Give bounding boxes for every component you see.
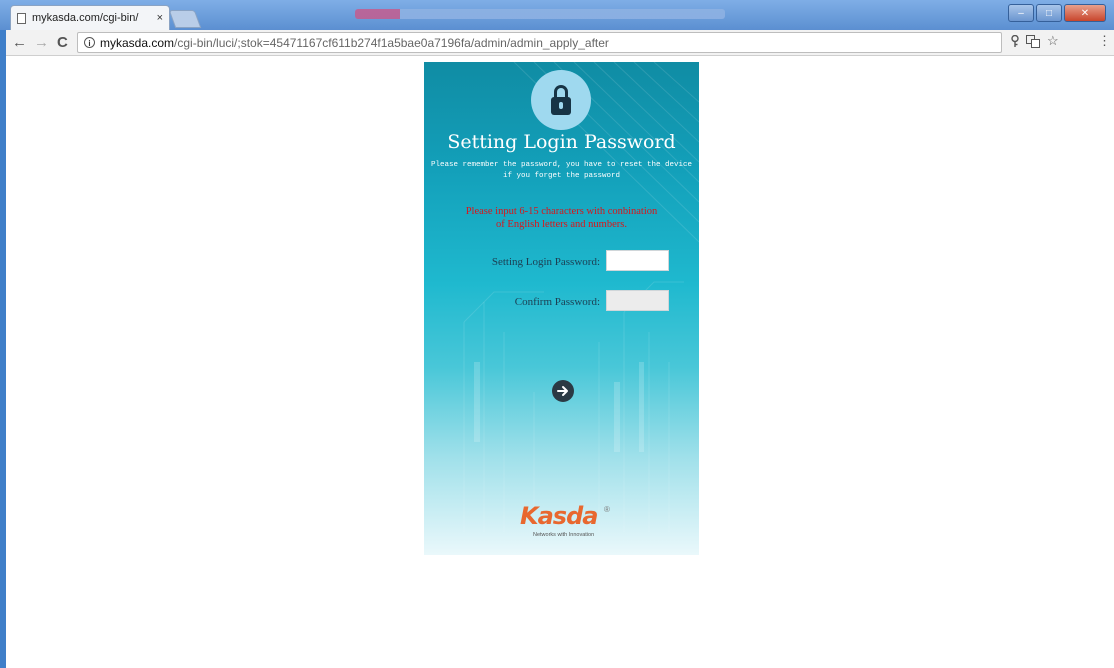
minimize-button[interactable]: –: [1008, 4, 1034, 22]
menu-icon[interactable]: ⋮: [1098, 33, 1111, 49]
forward-button[interactable]: →: [34, 34, 49, 52]
address-bar[interactable]: i mykasda.com/cgi-bin/luci/;stok=4547116…: [77, 32, 1002, 53]
bookmark-star-icon[interactable]: ☆: [1047, 33, 1059, 49]
password-label: Setting Login Password:: [491, 256, 600, 268]
page-title: Setting Login Password: [447, 131, 676, 153]
login-password-input[interactable]: [606, 250, 669, 271]
translate-icon[interactable]: [1026, 35, 1040, 51]
notice-line-1: Please remember the password, you have t…: [430, 161, 693, 169]
logo-tagline: Networks with Innovation: [533, 532, 595, 538]
notice-line-2: if you forget the password: [502, 172, 621, 180]
title-bar: mykasda.com/cgi-bin/ × – □ ✕: [0, 0, 1114, 30]
registered-mark: ®: [604, 505, 610, 514]
next-button[interactable]: [552, 380, 574, 402]
info-icon[interactable]: i: [84, 37, 95, 48]
key-icon[interactable]: [1010, 34, 1020, 51]
warning-line-2: of English letters and numbers.: [496, 219, 627, 230]
maximize-button[interactable]: □: [1036, 4, 1062, 22]
url-host: mykasda.com: [100, 35, 175, 50]
page-content: Setting Login Password Please remember t…: [6, 56, 1114, 668]
login-password-panel: Setting Login Password Please remember t…: [424, 62, 699, 555]
tab-close-button[interactable]: ×: [157, 12, 163, 24]
background-window-title: [355, 9, 725, 19]
arrow-right-icon: [557, 386, 568, 396]
tab-title: mykasda.com/cgi-bin/: [32, 12, 139, 24]
url-path: /cgi-bin/luci/;stok=45471167cf611b274f1a…: [174, 35, 609, 50]
browser-toolbar: ← → C i mykasda.com/cgi-bin/luci/;stok=4…: [6, 30, 1114, 56]
warning-text: Please input 6-15 characters with conbin…: [424, 205, 699, 231]
kasda-logo: Kasda: [520, 502, 598, 530]
new-tab-button[interactable]: [168, 10, 202, 28]
confirm-password-label: Confirm Password:: [514, 296, 600, 308]
window-controls: – □ ✕: [1008, 4, 1106, 22]
reload-button[interactable]: C: [57, 34, 68, 52]
browser-tab[interactable]: mykasda.com/cgi-bin/ ×: [10, 5, 170, 30]
notice-text: Please remember the password, you have t…: [424, 160, 699, 182]
confirm-password-input[interactable]: [606, 290, 669, 311]
warning-line-1: Please input 6-15 characters with conbin…: [465, 206, 658, 217]
page-icon: [17, 12, 26, 24]
back-button[interactable]: ←: [12, 34, 27, 52]
close-window-button[interactable]: ✕: [1064, 4, 1106, 22]
